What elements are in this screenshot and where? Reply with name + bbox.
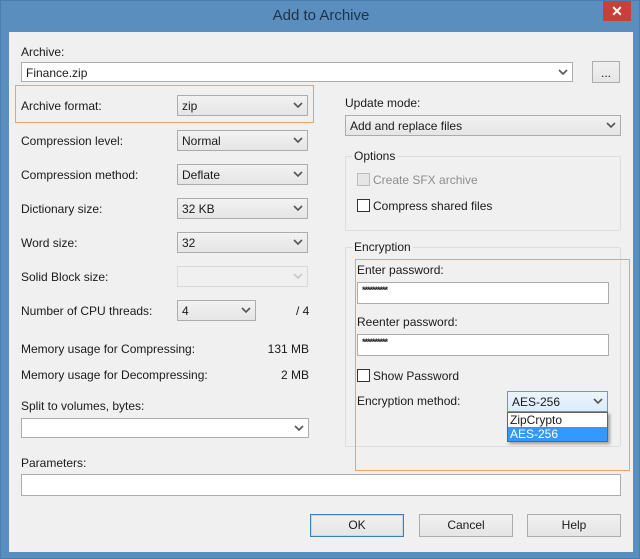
compression-level-label: Compression level: — [21, 134, 124, 148]
chevron-down-icon — [293, 168, 303, 180]
cpu-threads-max: / 4 — [296, 304, 310, 318]
compress-shared-label[interactable]: Compress shared files — [373, 199, 492, 213]
chevron-down-icon — [293, 134, 303, 146]
help-button[interactable]: Help — [527, 514, 621, 537]
cpu-threads-value: 4 — [182, 304, 189, 318]
encryption-option-aes256[interactable]: AES-256 — [508, 427, 607, 441]
close-icon: ✕ — [611, 3, 623, 19]
reenter-password-label: Reenter password: — [357, 315, 458, 329]
dictionary-size-select[interactable]: 32 KB — [177, 198, 308, 219]
window-title: Add to Archive — [272, 7, 370, 24]
chevron-down-icon — [294, 422, 304, 434]
dictionary-size-label: Dictionary size: — [21, 202, 103, 216]
browse-button[interactable]: ... — [592, 61, 620, 83]
mem-compress-label: Memory usage for Compressing: — [21, 342, 196, 356]
word-size-value: 32 — [182, 236, 196, 250]
chevron-down-icon — [241, 304, 251, 316]
show-password-label[interactable]: Show Password — [373, 369, 459, 383]
show-password-checkbox[interactable] — [357, 369, 370, 382]
close-button[interactable]: ✕ — [603, 1, 631, 21]
title-bar[interactable]: Add to Archive ✕ — [1, 1, 640, 32]
word-size-label: Word size: — [21, 236, 78, 250]
options-legend: Options — [352, 149, 398, 163]
encryption-method-dropdown: ZipCrypto AES-256 — [507, 412, 608, 442]
chevron-down-icon — [593, 395, 603, 407]
cpu-threads-label: Number of CPU threads: — [21, 304, 153, 318]
chevron-down-icon — [293, 270, 303, 282]
mem-compress-value: 131 MB — [267, 342, 309, 356]
compression-level-select[interactable]: Normal — [177, 130, 308, 151]
archive-path-value: Finance.zip — [26, 66, 88, 80]
archive-format-label: Archive format: — [21, 99, 102, 113]
update-mode-value: Add and replace files — [350, 119, 463, 133]
encryption-method-value: AES-256 — [512, 395, 561, 409]
archive-format-select[interactable]: zip — [177, 95, 308, 116]
split-volumes-combo[interactable] — [21, 418, 309, 438]
compress-shared-checkbox[interactable] — [357, 199, 370, 212]
solid-block-size-select — [177, 266, 308, 287]
dialog-body: Archive: Finance.zip ... Archive format:… — [9, 32, 633, 552]
update-mode-select[interactable]: Add and replace files — [345, 115, 621, 136]
solid-block-size-label: Solid Block size: — [21, 270, 109, 284]
reenter-password-value: ********** — [362, 337, 388, 347]
archive-label: Archive: — [21, 45, 65, 59]
compression-method-select[interactable]: Deflate — [177, 164, 308, 185]
chevron-down-icon — [293, 236, 303, 248]
enter-password-input[interactable]: ********** — [357, 282, 609, 304]
split-volumes-label: Split to volumes, bytes: — [21, 399, 145, 413]
archive-path-combo[interactable]: Finance.zip — [21, 62, 573, 82]
reenter-password-input[interactable]: ********** — [357, 334, 609, 356]
cancel-button[interactable]: Cancel — [419, 514, 513, 537]
encryption-method-select[interactable]: AES-256 — [507, 391, 608, 412]
mem-decompress-label: Memory usage for Decompressing: — [21, 368, 208, 382]
encryption-legend: Encryption — [352, 240, 413, 254]
options-group: Options — [345, 149, 621, 231]
word-size-select[interactable]: 32 — [177, 232, 308, 253]
chevron-down-icon — [606, 119, 616, 131]
compression-method-value: Deflate — [182, 168, 221, 182]
compression-method-label: Compression method: — [21, 168, 139, 182]
add-to-archive-window: Add to Archive ✕ Archive: Finance.zip ..… — [0, 0, 640, 559]
chevron-down-icon — [293, 99, 303, 111]
create-sfx-checkbox — [357, 173, 370, 186]
encryption-option-zipcrypto[interactable]: ZipCrypto — [508, 413, 607, 427]
enter-password-value: ********** — [362, 285, 388, 295]
enter-password-label: Enter password: — [357, 263, 444, 277]
archive-format-value: zip — [182, 99, 198, 113]
ok-button[interactable]: OK — [310, 514, 404, 537]
update-mode-label: Update mode: — [345, 96, 421, 110]
mem-decompress-value: 2 MB — [280, 368, 309, 382]
dictionary-size-value: 32 KB — [182, 202, 215, 216]
create-sfx-label: Create SFX archive — [373, 173, 478, 187]
compression-level-value: Normal — [182, 134, 221, 148]
cpu-threads-select[interactable]: 4 — [177, 300, 256, 321]
parameters-label: Parameters: — [21, 456, 87, 470]
encryption-method-label: Encryption method: — [357, 394, 461, 408]
chevron-down-icon — [293, 202, 303, 214]
parameters-input[interactable] — [21, 474, 621, 496]
chevron-down-icon — [558, 66, 568, 78]
